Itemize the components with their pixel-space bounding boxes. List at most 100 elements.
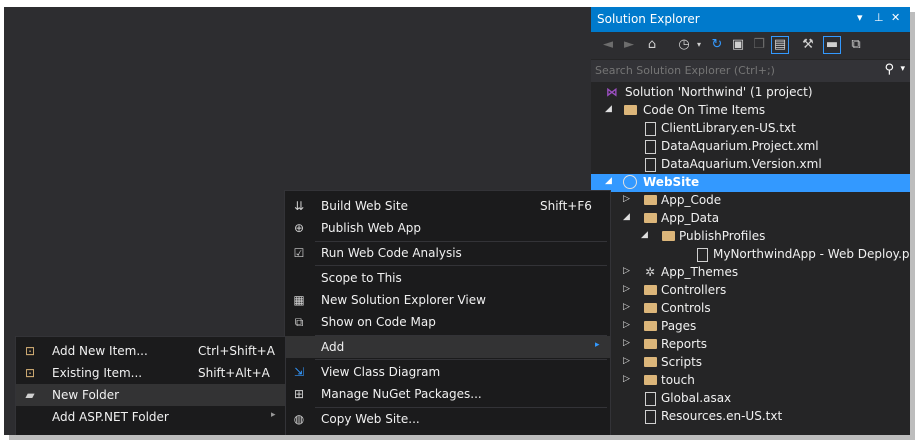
nuget-icon: ⊞: [293, 387, 305, 401]
menu-item-label: Publish Web App: [321, 221, 422, 235]
collapsed-arrow-icon[interactable]: ▷: [623, 194, 633, 204]
tree-item-label: touch: [661, 373, 695, 387]
folder-icon: [661, 229, 675, 243]
tree-item-dataaquarium-version[interactable]: DataAquarium.Version.xml: [591, 156, 910, 174]
collapsed-arrow-icon[interactable]: ▷: [623, 374, 633, 384]
tree-item-global-asax[interactable]: Global.asax: [591, 390, 910, 408]
frame-shadow: [9, 435, 915, 440]
tree-item-pages[interactable]: ▷ Pages: [591, 318, 910, 336]
menu-item-label: Copy Web Site...: [321, 412, 420, 426]
menu-item-view-class-diagram[interactable]: ⇲ View Class Diagram: [285, 361, 610, 383]
menu-item-build-web-site[interactable]: ⇊ Build Web Site Shift+F6: [285, 195, 610, 217]
tree-item-label: Scripts: [661, 355, 703, 369]
refresh-icon[interactable]: ↻: [708, 36, 726, 54]
expanded-arrow-icon[interactable]: ◢: [605, 176, 615, 186]
tree-item-dataaquarium-project[interactable]: DataAquarium.Project.xml: [591, 138, 910, 156]
tree-item-pubxml[interactable]: MyNorthwindApp - Web Deploy.pubxml: [591, 246, 910, 264]
forward-icon[interactable]: ►: [620, 36, 638, 54]
tree-item-label: Pages: [661, 319, 697, 333]
properties-wrench-icon[interactable]: ⚒: [799, 36, 817, 54]
search-icon[interactable]: ⚲: [884, 62, 894, 77]
menu-item-publish-web-app[interactable]: ⊕ Publish Web App: [285, 217, 610, 239]
menu-item-copy-web-site[interactable]: ◍ Copy Web Site...: [285, 408, 610, 430]
search-options-dropdown-icon[interactable]: ▾: [900, 64, 905, 74]
tree-item-resources[interactable]: Resources.en-US.txt: [591, 408, 910, 426]
menu-item-label: View Class Diagram: [321, 365, 441, 379]
copy-web-icon: ◍: [293, 412, 305, 426]
tree-item-solution[interactable]: ⋈ Solution 'Northwind' (1 project): [591, 84, 910, 102]
menu-item-show-on-code-map[interactable]: ⧉ Show on Code Map: [285, 311, 610, 333]
back-icon[interactable]: ◄: [599, 36, 617, 54]
tree-item-controllers[interactable]: ▷ Controllers: [591, 282, 910, 300]
preview-selected-items-icon[interactable]: ▬: [823, 36, 841, 54]
pin-icon[interactable]: ⊥: [874, 11, 884, 24]
show-all-files-icon[interactable]: ▤: [771, 36, 789, 54]
globe-icon: [623, 175, 637, 189]
tree-item-website[interactable]: ◢ WebSite: [591, 174, 910, 192]
menu-item-label: New Folder: [52, 388, 120, 402]
tree-item-scripts[interactable]: ▷ Scripts: [591, 354, 910, 372]
tree-item-code-on-time-items[interactable]: ◢ Code On Time Items: [591, 102, 910, 120]
expanded-arrow-icon[interactable]: ◢: [605, 104, 615, 114]
menu-item-label: New Solution Explorer View: [321, 293, 486, 307]
folder-icon: [643, 211, 657, 225]
tree-item-clientlibrary[interactable]: ClientLibrary.en-US.txt: [591, 120, 910, 138]
collapsed-arrow-icon[interactable]: ▷: [623, 302, 633, 312]
menu-item-existing-item[interactable]: ⊡ Existing Item... Shift+Alt+A: [16, 362, 285, 384]
tree-item-touch[interactable]: ▷ touch: [591, 372, 910, 390]
tree-item-label: Solution 'Northwind' (1 project): [625, 85, 813, 99]
menu-item-add[interactable]: Add ▸: [285, 336, 610, 358]
solution-explorer-panel: Solution Explorer ▾ ⊥ ✕ ◄ ► ⌂ ◷ ▾ ↻ ▣ ❐ …: [591, 7, 910, 435]
menu-item-label: Add ASP.NET Folder: [52, 410, 169, 424]
menu-item-add-new-item[interactable]: ⊡ Add New Item... Ctrl+Shift+A: [16, 340, 285, 362]
ide-window: Solution Explorer ▾ ⊥ ✕ ◄ ► ⌂ ◷ ▾ ↻ ▣ ❐ …: [4, 7, 910, 435]
menu-item-manage-nuget[interactable]: ⊞ Manage NuGet Packages...: [285, 383, 610, 405]
publish-icon: ⊕: [293, 221, 305, 235]
panel-title: Solution Explorer: [597, 12, 700, 26]
menu-item-new-solution-explorer-view[interactable]: ▦ New Solution Explorer View: [285, 289, 610, 311]
filter-dropdown-icon[interactable]: ▾: [690, 36, 708, 54]
menu-item-scope-to-this[interactable]: Scope to This: [285, 267, 610, 289]
home-icon[interactable]: ⌂: [643, 36, 661, 54]
tree-item-publishprofiles[interactable]: ◢ PublishProfiles: [591, 228, 910, 246]
collapsed-arrow-icon[interactable]: ▷: [623, 356, 633, 366]
expanded-arrow-icon[interactable]: ◢: [641, 230, 651, 240]
folder-icon: [643, 373, 657, 387]
menu-item-run-web-code-analysis[interactable]: ☑ Run Web Code Analysis: [285, 242, 610, 264]
tree-item-app-code[interactable]: ▷ App_Code: [591, 192, 910, 210]
close-icon[interactable]: ✕: [891, 11, 900, 24]
menu-item-new-folder[interactable]: ▰ New Folder: [16, 384, 285, 406]
xml-file-icon: [643, 157, 657, 172]
collapsed-arrow-icon[interactable]: ▷: [623, 320, 633, 330]
tree-item-app-themes[interactable]: ▷ ✲ App_Themes: [591, 264, 910, 282]
menu-item-shortcut: Ctrl+Shift+A: [198, 344, 275, 358]
search-input[interactable]: [595, 62, 875, 78]
solution-explorer-toolbar: ◄ ► ⌂ ◷ ▾ ↻ ▣ ❐ ▤ ⚒ ▬ ⧉: [591, 32, 910, 59]
folder-icon: [643, 319, 657, 333]
folder-icon: [643, 193, 657, 207]
class-diagram-icon: ⇲: [293, 365, 305, 379]
folder-icon: [643, 355, 657, 369]
tree-item-label: Reports: [661, 337, 708, 351]
collapsed-arrow-icon[interactable]: ▷: [623, 284, 633, 294]
tree-item-label: Global.asax: [661, 391, 732, 405]
collapse-all-icon[interactable]: ▣: [729, 36, 747, 54]
menu-separator: [315, 359, 607, 360]
tree-item-app-data[interactable]: ◢ App_Data: [591, 210, 910, 228]
collapsed-arrow-icon[interactable]: ▷: [623, 266, 633, 276]
menu-item-label: Manage NuGet Packages...: [321, 387, 482, 401]
view-class-diagram-icon[interactable]: ⧉: [847, 36, 865, 54]
expanded-arrow-icon[interactable]: ◢: [623, 212, 633, 222]
file-icon: [643, 121, 657, 136]
build-icon: ⇊: [293, 199, 305, 213]
code-analysis-icon: ☑: [293, 246, 305, 260]
menu-item-add-aspnet-folder[interactable]: Add ASP.NET Folder ▸: [16, 406, 285, 428]
window-position-dropdown-icon[interactable]: ▾: [857, 11, 863, 24]
search-box[interactable]: ⚲ ▾: [591, 60, 910, 82]
frame-shadow: [910, 12, 915, 437]
file-icon: [643, 409, 657, 424]
copy-icon[interactable]: ❐: [750, 36, 768, 54]
collapsed-arrow-icon[interactable]: ▷: [623, 338, 633, 348]
tree-item-controls[interactable]: ▷ Controls: [591, 300, 910, 318]
tree-item-reports[interactable]: ▷ Reports: [591, 336, 910, 354]
